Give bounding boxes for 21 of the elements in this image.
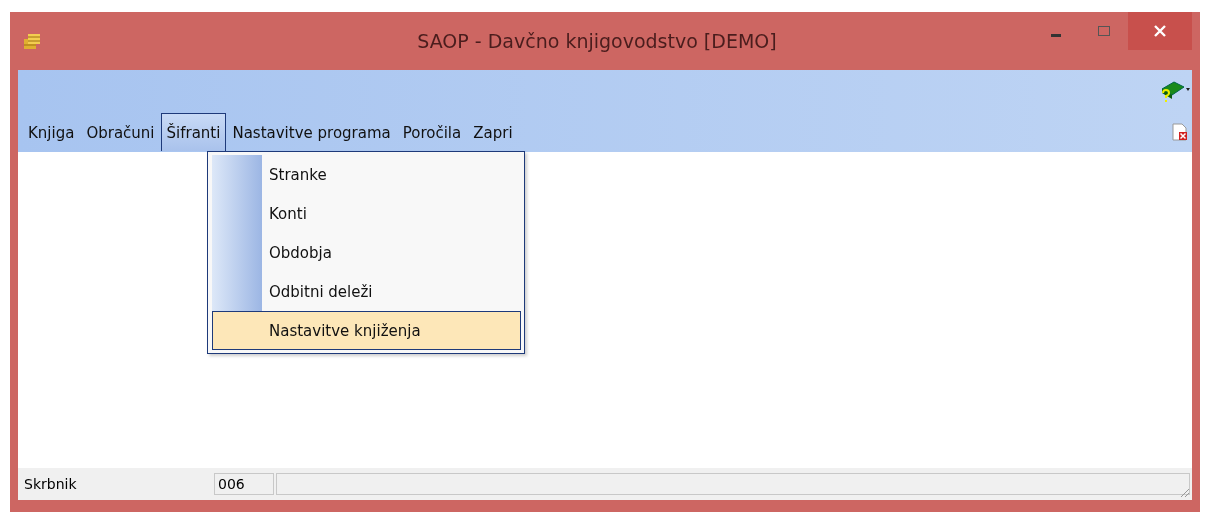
coins-icon: [22, 31, 42, 51]
menu-item[interactable]: Šifranti: [160, 113, 227, 151]
close-document-icon[interactable]: [1172, 123, 1188, 141]
menu-item[interactable]: Knjiga: [22, 113, 81, 151]
status-user: Skrbnik: [23, 475, 78, 494]
minimize-icon: [1051, 33, 1061, 37]
window-title: SAOP - Davčno knjigovodstvo [DEMO]: [416, 30, 778, 52]
dropdown-menu-item[interactable]: Konti: [212, 194, 521, 233]
menu-item[interactable]: Poročila: [396, 113, 468, 151]
dropdown-menu-item[interactable]: Nastavitve knjiženja: [212, 311, 521, 350]
dropdown-menu-item[interactable]: Stranke: [212, 155, 521, 194]
menu-item[interactable]: Obračuni: [80, 113, 161, 151]
maximize-icon: [1097, 25, 1111, 37]
resize-grip-icon[interactable]: [1178, 486, 1190, 498]
menu-item[interactable]: Nastavitve programa: [226, 113, 397, 151]
dropdown-menu-item[interactable]: Odbitni deleži: [212, 272, 521, 311]
menu-item[interactable]: Zapri: [467, 113, 519, 151]
dropdown-menu-item[interactable]: Obdobja: [212, 233, 521, 272]
close-icon: [1153, 24, 1167, 38]
status-code: 006: [214, 473, 274, 495]
close-button[interactable]: [1128, 12, 1192, 50]
